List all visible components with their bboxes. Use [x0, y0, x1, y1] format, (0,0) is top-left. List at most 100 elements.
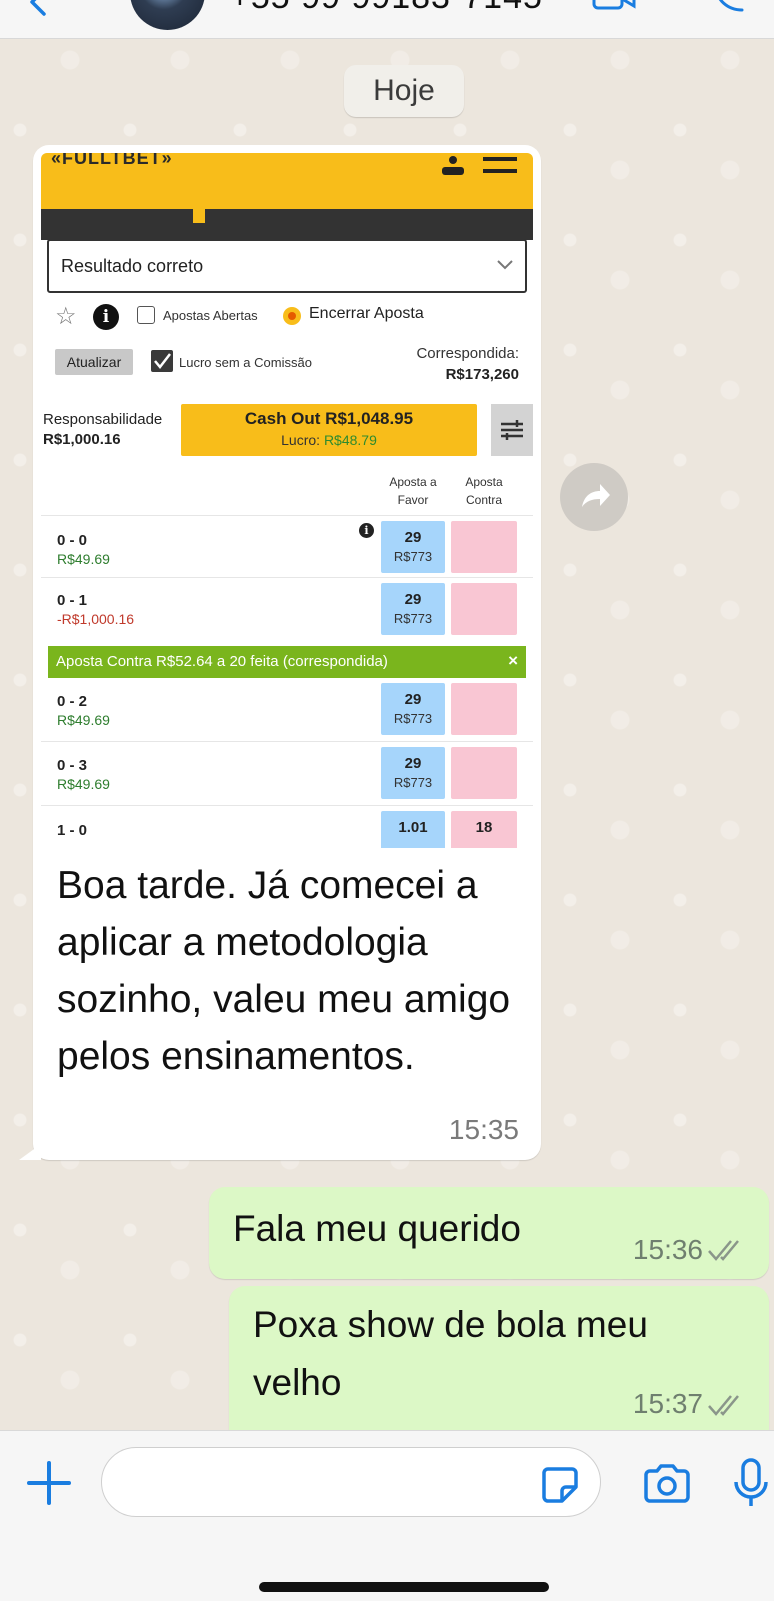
runner-pl: -R$1,000.16: [57, 611, 135, 627]
market-select: Resultado correto: [47, 239, 527, 293]
phone-call-icon[interactable]: [712, 0, 746, 14]
info-icon: i: [359, 523, 374, 538]
correspondida-label: Correspondida:: [416, 345, 519, 362]
lay-odds-cell: [451, 583, 517, 635]
double-check-icon: [708, 1240, 739, 1261]
back-odd: 29: [404, 755, 422, 772]
back-odds-cell: 29 R$773: [381, 747, 445, 799]
betting-app-tabbar: [41, 209, 533, 240]
runner-row: 0 - 2 R$49.69 29 R$773: [41, 679, 533, 741]
info-icon: i: [93, 304, 119, 330]
back-odd: 1.01: [398, 819, 428, 836]
sliders-icon: [501, 420, 523, 440]
back-odds-cell: 29 R$773: [381, 683, 445, 735]
forward-button[interactable]: [560, 463, 628, 531]
microphone-icon[interactable]: [733, 1458, 769, 1510]
market-select-value: Resultado correto: [61, 256, 204, 276]
lay-odds-cell: 18: [451, 811, 517, 848]
user-icon: [442, 156, 464, 175]
runner-name: 1 - 0: [57, 822, 88, 839]
sticker-icon[interactable]: [540, 1465, 580, 1505]
date-chip: Hoje: [344, 65, 464, 117]
runner-name: 0 - 3: [57, 757, 88, 774]
received-message-bubble[interactable]: «FULLTBET» Resultado correto ☆ i Apostas…: [19, 145, 541, 1160]
video-call-icon[interactable]: [592, 0, 636, 14]
chevron-down-icon: [497, 260, 513, 270]
back-liquidity: R$773: [393, 611, 433, 626]
runner-row: 1 - 0 1.01 18: [41, 805, 533, 848]
checkmark-icon: [154, 353, 171, 369]
bubble-tail: [19, 1144, 41, 1160]
sent-message-bubble[interactable]: Fala meu querido 15:36: [209, 1187, 769, 1279]
received-message-time: 15:35: [448, 1114, 519, 1145]
betting-app-logo: «FULLTBET»: [51, 153, 173, 168]
encerrar-aposta-radio: [283, 307, 301, 325]
sliders-button: [491, 404, 533, 456]
runner-pl: R$49.69: [57, 712, 110, 728]
runner-name: 0 - 1: [57, 592, 88, 609]
apostas-abertas-checkbox: [137, 306, 155, 324]
responsabilidade-label: Responsabilidade: [43, 411, 163, 428]
back-chevron-icon[interactable]: [22, 0, 52, 18]
sent-message-text: Fala meu querido: [233, 1208, 521, 1249]
lucro-sem-comissao-label: Lucro sem a Comissão: [179, 355, 312, 370]
contact-name[interactable]: +55 99 99183-7145: [230, 0, 543, 17]
back-odds-cell: 29 R$773: [381, 583, 445, 635]
message-input[interactable]: [101, 1447, 601, 1517]
lay-odd: 18: [475, 819, 493, 836]
sent-message-time: 15:37: [632, 1388, 703, 1419]
hamburger-menu-icon: [483, 157, 517, 173]
lay-odds-cell: [451, 747, 517, 799]
cashout-lucro-label: Lucro:: [281, 432, 321, 448]
col-lay-line1: Aposta: [465, 475, 503, 489]
sent-message-time: 15:36: [632, 1234, 703, 1265]
runner-name: 0 - 0: [57, 532, 88, 549]
double-check-icon: [708, 1395, 739, 1416]
sent-message-bubble[interactable]: Poxa show de bola meu velho 15:37: [229, 1286, 769, 1436]
back-liquidity: R$773: [393, 775, 433, 790]
betting-app-topbar: «FULLTBET»: [41, 153, 533, 209]
encerrar-aposta-label: Encerrar Aposta: [309, 305, 424, 322]
runner-name: 0 - 2: [57, 693, 88, 710]
cashout-button: Cash Out R$1,048.95 Lucro: R$48.79: [181, 404, 477, 456]
bet-notice-banner: Aposta Contra R$52.64 a 20 feita (corres…: [48, 646, 526, 678]
responsabilidade-value: R$1,000.16: [43, 431, 121, 448]
chat-header: +55 99 99183-7145: [0, 0, 774, 39]
star-icon: ☆: [55, 303, 77, 330]
col-header-lay: Aposta Contra: [451, 473, 517, 509]
runner-row: 0 - 1 -R$1,000.16 29 R$773: [41, 577, 533, 644]
received-message-text: Boa tarde. Já comecei a aplicar a metodo…: [57, 864, 511, 1078]
correspondida-value: R$173,260: [445, 366, 519, 383]
apostas-abertas-label: Apostas Abertas: [163, 308, 258, 323]
back-odds-cell: 1.01: [381, 811, 445, 848]
back-odd: 29: [404, 591, 422, 608]
camera-icon[interactable]: [642, 1463, 692, 1505]
attached-screenshot[interactable]: «FULLTBET» Resultado correto ☆ i Apostas…: [41, 153, 533, 848]
runner-pl: R$49.69: [57, 776, 110, 792]
close-icon: ×: [508, 651, 518, 670]
col-back-line2: Favor: [397, 493, 429, 507]
runner-row: 0 - 3 R$49.69 29 R$773: [41, 741, 533, 806]
lay-odds-cell: [451, 683, 517, 735]
runner-row: 0 - 0 R$49.69 i 29 R$773: [41, 515, 533, 578]
col-header-back: Aposta a Favor: [381, 473, 445, 509]
cashout-lucro: Lucro: R$48.79: [181, 432, 477, 448]
runner-pl: R$49.69: [57, 551, 110, 567]
col-lay-line2: Contra: [465, 493, 503, 507]
lucro-sem-comissao-checkbox: [151, 350, 173, 372]
col-back-line1: Aposta a: [389, 475, 437, 489]
forward-arrow-icon: [582, 484, 610, 507]
atualizar-button: Atualizar: [55, 349, 133, 375]
bet-notice-text: Aposta Contra R$52.64 a 20 feita (corres…: [56, 653, 388, 670]
back-odds-cell: 29 R$773: [381, 521, 445, 573]
back-liquidity: R$773: [393, 711, 433, 726]
plus-icon[interactable]: [26, 1460, 72, 1506]
cashout-title: Cash Out R$1,048.95: [244, 409, 414, 428]
back-odd: 29: [404, 529, 422, 546]
contact-avatar[interactable]: [130, 0, 205, 30]
back-odd: 29: [404, 691, 422, 708]
cashout-lucro-value: R$48.79: [323, 432, 377, 448]
lay-odds-cell: [451, 521, 517, 573]
home-indicator: [259, 1582, 549, 1592]
back-liquidity: R$773: [393, 549, 433, 564]
